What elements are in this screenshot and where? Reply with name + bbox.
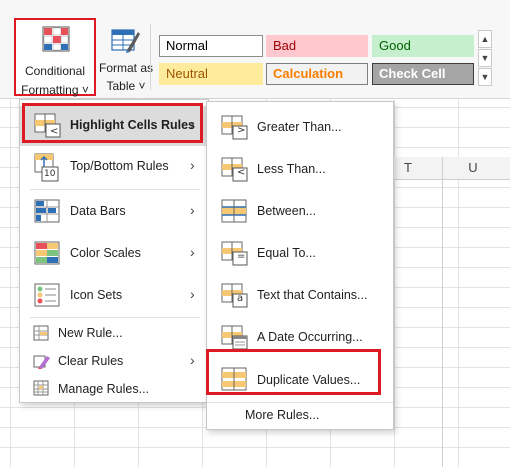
- style-label: Bad: [273, 38, 297, 53]
- menu-item-label: Icon Sets: [70, 288, 123, 302]
- chevron-right-icon: ›: [190, 352, 195, 368]
- style-label: Good: [379, 38, 411, 53]
- cf-label-line2: Formatting: [21, 83, 79, 97]
- submenu-item-less-than[interactable]: < Less Than...: [207, 150, 393, 190]
- chevron-down-icon: ˅: [81, 83, 89, 97]
- conditional-formatting-menu: < Highlight Cells Rules › 10 Top/Bottom …: [19, 99, 209, 403]
- menu-item-label: Top/Bottom Rules: [70, 159, 169, 173]
- greater-than-icon: >: [221, 115, 249, 141]
- highlight-cells-submenu: > Greater Than... < Less Than... Between…: [206, 101, 394, 430]
- submenu-item-more-rules[interactable]: More Rules...: [207, 403, 393, 427]
- chevron-right-icon: ›: [190, 157, 195, 173]
- menu-item-data-bars[interactable]: Data Bars ›: [20, 191, 208, 231]
- style-normal[interactable]: Normal: [159, 35, 263, 57]
- submenu-item-label: A Date Occurring...: [257, 330, 363, 344]
- menu-item-label: New Rule...: [58, 326, 123, 340]
- ft-label-line1: Format as: [98, 61, 153, 75]
- menu-separator: [30, 189, 200, 190]
- style-label: Neutral: [166, 66, 208, 81]
- column-header-bar: [376, 157, 510, 180]
- style-neutral[interactable]: Neutral: [159, 63, 263, 85]
- gallery-more-button[interactable]: ▼: [478, 68, 492, 86]
- cf-label-line1: Conditional: [24, 64, 86, 78]
- svg-text:<: <: [50, 126, 58, 137]
- submenu-item-equal-to[interactable]: = Equal To...: [207, 234, 393, 274]
- column-header-u[interactable]: U: [463, 160, 483, 175]
- chevron-right-icon: ›: [190, 202, 195, 218]
- menu-item-label: Clear Rules: [58, 354, 124, 368]
- chevron-right-icon: ›: [190, 116, 195, 132]
- format-as-table-icon: [111, 26, 141, 54]
- submenu-item-label: More Rules...: [245, 408, 320, 422]
- icon-glyph: a: [237, 293, 244, 304]
- color-scales-icon: [34, 241, 60, 265]
- submenu-item-greater-than[interactable]: > Greater Than...: [207, 108, 393, 148]
- submenu-item-text-contains[interactable]: a Text that Contains...: [207, 276, 393, 316]
- style-label: Check Cell: [379, 66, 446, 81]
- submenu-item-label: Greater Than...: [257, 120, 342, 134]
- ribbon-divider: [150, 24, 151, 90]
- manage-rules-icon: [33, 380, 49, 396]
- submenu-item-label: Between...: [257, 204, 317, 218]
- duplicate-values-icon: [221, 367, 249, 393]
- menu-item-new-rule[interactable]: New Rule...: [20, 320, 208, 346]
- menu-item-label: Color Scales: [70, 246, 141, 260]
- clear-rules-icon: [33, 353, 51, 369]
- new-rule-icon: [33, 325, 49, 341]
- format-as-table-button[interactable]: Format as Table ˅: [98, 22, 154, 93]
- data-bars-icon: [34, 199, 60, 223]
- menu-item-color-scales[interactable]: Color Scales ›: [20, 233, 208, 273]
- between-icon: [221, 199, 249, 225]
- gallery-scroll-down-button[interactable]: ▼: [478, 49, 492, 67]
- style-calculation[interactable]: Calculation: [266, 63, 368, 85]
- menu-item-highlight-cells-rules[interactable]: < Highlight Cells Rules ›: [20, 106, 208, 146]
- menu-item-clear-rules[interactable]: Clear Rules ›: [20, 348, 208, 374]
- style-check-cell[interactable]: Check Cell: [372, 63, 474, 85]
- submenu-item-label: Equal To...: [257, 246, 316, 260]
- menu-separator: [30, 317, 200, 318]
- submenu-item-date-occurring[interactable]: A Date Occurring...: [207, 318, 393, 358]
- style-bad[interactable]: Bad: [266, 35, 368, 57]
- chevron-right-icon: ›: [190, 244, 195, 260]
- top-bottom-number: 10: [44, 169, 56, 179]
- equal-to-icon: =: [221, 241, 249, 267]
- gallery-scroll-up-button[interactable]: ▲: [478, 30, 492, 48]
- column-header-t[interactable]: T: [398, 160, 418, 175]
- ft-label-line2: Table: [106, 79, 136, 93]
- conditional-formatting-button[interactable]: Conditional Formatting ˅: [14, 18, 96, 97]
- conditional-formatting-icon: [42, 26, 70, 52]
- menu-item-manage-rules[interactable]: Manage Rules...: [20, 376, 208, 402]
- style-label: Normal: [166, 38, 208, 53]
- icon-sets-icon: [34, 283, 60, 307]
- menu-item-icon-sets[interactable]: Icon Sets ›: [20, 275, 208, 315]
- submenu-item-duplicate-values[interactable]: Duplicate Values...: [207, 360, 393, 400]
- icon-glyph: >: [237, 125, 246, 136]
- highlight-cells-icon: <: [34, 113, 62, 139]
- gallery-scroll: ▲ ▼ ▼: [478, 30, 492, 88]
- submenu-item-label: Text that Contains...: [257, 288, 368, 302]
- submenu-item-label: Duplicate Values...: [257, 373, 361, 387]
- icon-glyph: =: [237, 251, 246, 262]
- icon-glyph: <: [237, 167, 246, 178]
- less-than-icon: <: [221, 157, 249, 183]
- chevron-down-icon: ˅: [138, 79, 146, 93]
- style-label: Calculation: [273, 66, 344, 81]
- submenu-item-label: Less Than...: [257, 162, 326, 176]
- date-occurring-icon: [221, 325, 249, 351]
- menu-item-label: Highlight Cells Rules: [70, 118, 196, 132]
- menu-item-label: Manage Rules...: [58, 382, 150, 396]
- menu-item-label: Data Bars: [70, 204, 126, 218]
- chevron-right-icon: ›: [190, 286, 195, 302]
- menu-item-top-bottom-rules[interactable]: 10 Top/Bottom Rules ›: [20, 147, 208, 187]
- style-good[interactable]: Good: [372, 35, 474, 57]
- top-bottom-icon: 10: [34, 153, 62, 183]
- text-contains-icon: a: [221, 283, 249, 309]
- submenu-item-between[interactable]: Between...: [207, 192, 393, 232]
- column-divider: [442, 157, 443, 467]
